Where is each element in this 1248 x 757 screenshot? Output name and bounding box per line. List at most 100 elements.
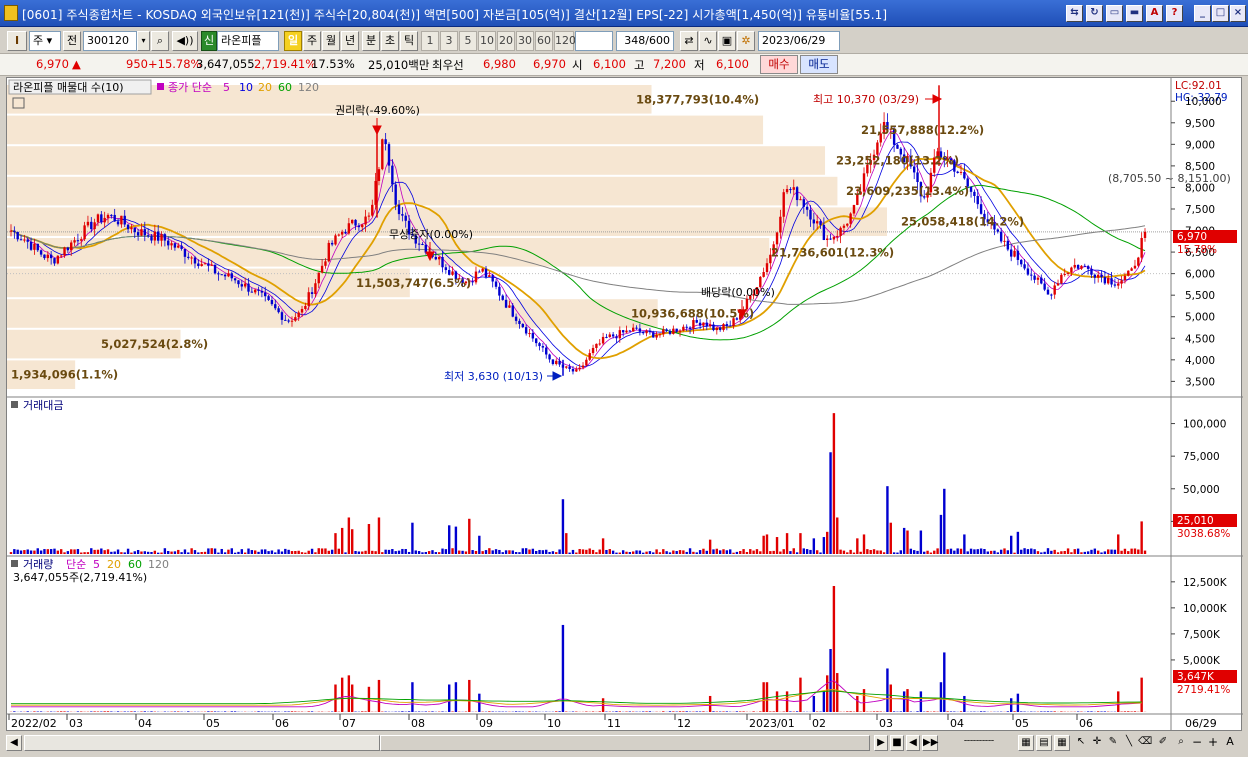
candle-body [250, 291, 254, 293]
minute-3[interactable]: 3 [440, 31, 458, 51]
open-price: 6,100 [593, 57, 626, 71]
grid-view-icon[interactable]: ▦ [1018, 735, 1034, 751]
volume-bar [926, 711, 929, 712]
period-day[interactable]: 일 [284, 31, 302, 51]
candle-body [672, 328, 675, 334]
candle-body [227, 273, 230, 277]
zoom-slider[interactable]: ┄┄┄┄┄ [944, 735, 1014, 751]
font-icon[interactable]: A [1146, 5, 1163, 22]
zoom-chart-icon[interactable]: ∿ [699, 31, 717, 51]
save-screen-icon[interactable]: ▬ [1126, 5, 1143, 22]
custom-period-input[interactable] [575, 31, 613, 51]
chart-area[interactable]: 1,934,096(1.1%) 5,027,524(2.8%) 10,936,688… [6, 77, 1243, 732]
amount-bar [685, 551, 688, 554]
amount-bar [1143, 550, 1147, 554]
zoom-out-icon[interactable]: − [1190, 735, 1204, 751]
price-tick-label: 9,000 [1185, 139, 1215, 151]
volume-bar [233, 711, 237, 712]
volume-ma-120: 120 [148, 558, 169, 571]
sell-button[interactable]: 매도 [800, 55, 838, 74]
amount-bar [217, 552, 220, 554]
candle-body [508, 305, 511, 308]
window-arrange-icon[interactable]: ▭ [1106, 5, 1123, 22]
erase-icon[interactable]: ⌫ [1138, 735, 1152, 751]
candle-body [177, 245, 180, 248]
date-input[interactable]: 2023/06/29 ▦ [758, 31, 840, 65]
zoom-icon[interactable]: ⌕ [1174, 735, 1188, 751]
scroll-left-icon[interactable]: ◀ [6, 735, 22, 751]
candle-body [628, 330, 632, 332]
candle-body [514, 316, 518, 321]
candle-body [488, 275, 491, 277]
amount-bar [702, 548, 705, 554]
close-button[interactable]: × [1230, 5, 1246, 22]
amount-bar [989, 550, 993, 554]
amount-bar [374, 551, 377, 554]
search-icon[interactable]: ⌕ [151, 31, 169, 51]
buy-button[interactable]: 매수 [760, 55, 798, 74]
minute-60[interactable]: 60 [535, 31, 553, 51]
gear-icon[interactable]: ✲ [737, 31, 755, 51]
period-second[interactable]: 초 [381, 31, 399, 51]
scroll-thumb[interactable] [380, 735, 870, 751]
text-tool-icon[interactable]: A [1222, 735, 1238, 751]
compare-icon[interactable]: ▤ [1036, 735, 1052, 751]
candle-body [243, 283, 247, 287]
draw-icon[interactable]: ✐ [1156, 735, 1170, 751]
code-dropdown-icon[interactable]: ▾ [137, 31, 150, 51]
volume-bar [187, 711, 190, 712]
pen-icon[interactable]: ✎ [1106, 735, 1120, 751]
price-change: 950 [126, 57, 148, 71]
minute-30[interactable]: 30 [516, 31, 534, 51]
amount-bar [979, 548, 983, 554]
candle-body [829, 238, 832, 240]
minute-20[interactable]: 20 [497, 31, 515, 51]
candle-body [698, 322, 702, 326]
link-icon[interactable]: ⇆ [1066, 5, 1083, 22]
volume-profile-band [7, 176, 838, 206]
stock-name: 라온피플 [217, 31, 279, 51]
cursor-icon[interactable]: ↖ [1074, 735, 1088, 751]
chart-svg[interactable]: 1,934,096(1.1%) 5,027,524(2.8%) 10,936,688… [7, 78, 1243, 732]
minimize-button[interactable]: _ [1194, 5, 1211, 22]
rewind-icon[interactable]: ◀ [906, 735, 920, 751]
period-tick[interactable]: 틱 [400, 31, 418, 51]
period-week[interactable]: 주 [303, 31, 321, 51]
help-icon[interactable]: ? [1166, 5, 1183, 22]
swap-icon[interactable]: ⇄ [680, 31, 698, 51]
display-count[interactable]: 348/600 [616, 31, 674, 51]
trend-line-icon[interactable]: ╲ [1122, 735, 1136, 751]
save-icon[interactable]: ▣ [718, 31, 736, 51]
stop-icon[interactable]: ■ [890, 735, 904, 751]
scroll-track[interactable] [24, 735, 380, 751]
play-icon[interactable]: ▶ [874, 735, 888, 751]
volume-bar [1060, 711, 1063, 712]
volume-pct: 2,719.41% [254, 57, 317, 71]
stock-code-input[interactable]: 300120 [83, 31, 137, 51]
candle-body [1133, 265, 1137, 269]
period-minute[interactable]: 분 [362, 31, 380, 51]
amount-bar [16, 549, 19, 554]
indicator-icon[interactable]: I [7, 31, 27, 51]
refresh-icon[interactable]: ↻ [1086, 5, 1103, 22]
period-month[interactable]: 월 [322, 31, 340, 51]
period-select[interactable]: 주 ▾ [29, 31, 61, 51]
minute-5[interactable]: 5 [459, 31, 477, 51]
prev-button[interactable]: 전 [63, 31, 81, 51]
zoom-in-icon[interactable]: + [1206, 735, 1220, 751]
minute-10[interactable]: 10 [478, 31, 496, 51]
minute-1[interactable]: 1 [421, 31, 439, 51]
maximize-button[interactable]: □ [1212, 5, 1229, 22]
candle-body [812, 219, 816, 224]
amount-bar [294, 550, 297, 554]
amount-bar [826, 531, 829, 554]
grid-view-2-icon[interactable]: ▦ [1054, 735, 1070, 751]
sound-icon[interactable]: ◀)) [172, 31, 198, 51]
amount-bar [1030, 548, 1033, 554]
fast-forward-icon[interactable]: ▶▶ [922, 735, 938, 751]
period-year[interactable]: 년 [341, 31, 359, 51]
candle-body [839, 227, 842, 236]
cross-icon[interactable]: ✛ [1090, 735, 1104, 751]
minute-120[interactable]: 120 [554, 31, 576, 51]
candle-body [253, 289, 257, 293]
